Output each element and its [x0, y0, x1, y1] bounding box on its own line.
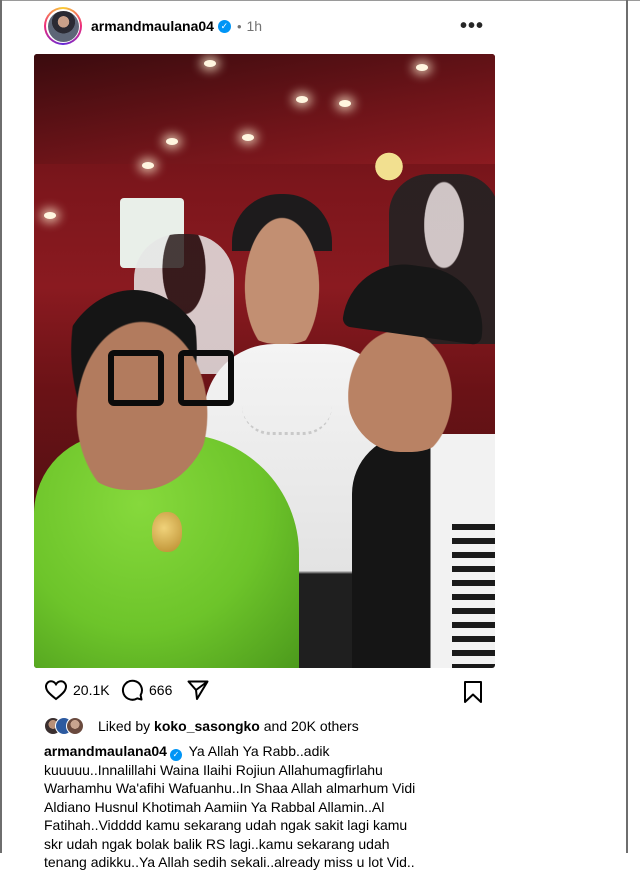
person-center-head [232, 194, 332, 344]
liked-by-suffix[interactable]: and 20K others [264, 718, 359, 734]
post-image[interactable] [34, 54, 495, 668]
bookmark-icon[interactable] [462, 681, 484, 708]
comment-button[interactable]: 666 [120, 678, 172, 702]
comment-count[interactable]: 666 [149, 682, 172, 698]
glasses-lens-left [108, 350, 164, 406]
verified-icon: ✓ [169, 749, 182, 761]
avatar-inner [46, 9, 80, 43]
share-button[interactable] [186, 678, 210, 702]
comment-icon[interactable] [120, 678, 144, 702]
verified-icon: ✓ [217, 19, 231, 33]
window-right-border [626, 0, 628, 853]
post-username[interactable]: armandmaulana04 [91, 18, 214, 34]
liked-by-text: Liked by koko_sasongko and 20K others [98, 718, 359, 734]
striped-shirt [452, 524, 495, 668]
caption-username[interactable]: armandmaulana04 [44, 743, 167, 759]
like-button[interactable]: 20.1K [44, 678, 110, 702]
photo-ceiling [34, 54, 495, 164]
share-icon[interactable] [186, 678, 210, 702]
ceiling-light [44, 212, 56, 219]
gold-brooch [152, 512, 182, 552]
like-count[interactable]: 20.1K [73, 682, 110, 698]
ceiling-light [204, 60, 216, 67]
liker-avatars[interactable] [44, 717, 92, 735]
avatar-image [47, 10, 79, 42]
ceiling-light [242, 134, 254, 141]
liked-by-prefix: Liked by [98, 718, 151, 734]
liked-by-row: Liked by koko_sasongko and 20K others [44, 716, 359, 736]
post-actions: 20.1K 666 [44, 678, 496, 708]
ceiling-light [296, 96, 308, 103]
ceiling-light [166, 138, 178, 145]
eyeglasses [108, 350, 238, 408]
ceiling-light [339, 100, 351, 107]
post-caption: armandmaulana04 ✓ Ya Allah Ya Rabb..adik … [44, 742, 424, 871]
window-left-border [0, 0, 2, 853]
ceiling-light [416, 64, 428, 71]
avatar[interactable] [44, 7, 82, 45]
save-button[interactable] [462, 680, 484, 709]
ceiling-light [142, 162, 154, 169]
caption-text: Ya Allah Ya Rabb..adik kuuuuu..Innalilla… [44, 743, 416, 871]
post-time[interactable]: 1h [247, 18, 263, 34]
more-icon[interactable]: ••• [460, 16, 484, 36]
window-top-border [0, 0, 640, 1]
heart-icon[interactable] [44, 678, 68, 702]
separator-dot: • [236, 18, 242, 34]
liked-by-user[interactable]: koko_sasongko [154, 718, 260, 734]
glasses-lens-right [178, 350, 234, 406]
liker-avatar[interactable] [66, 717, 84, 735]
post-header: armandmaulana04 ✓ • 1h ••• [44, 6, 496, 46]
